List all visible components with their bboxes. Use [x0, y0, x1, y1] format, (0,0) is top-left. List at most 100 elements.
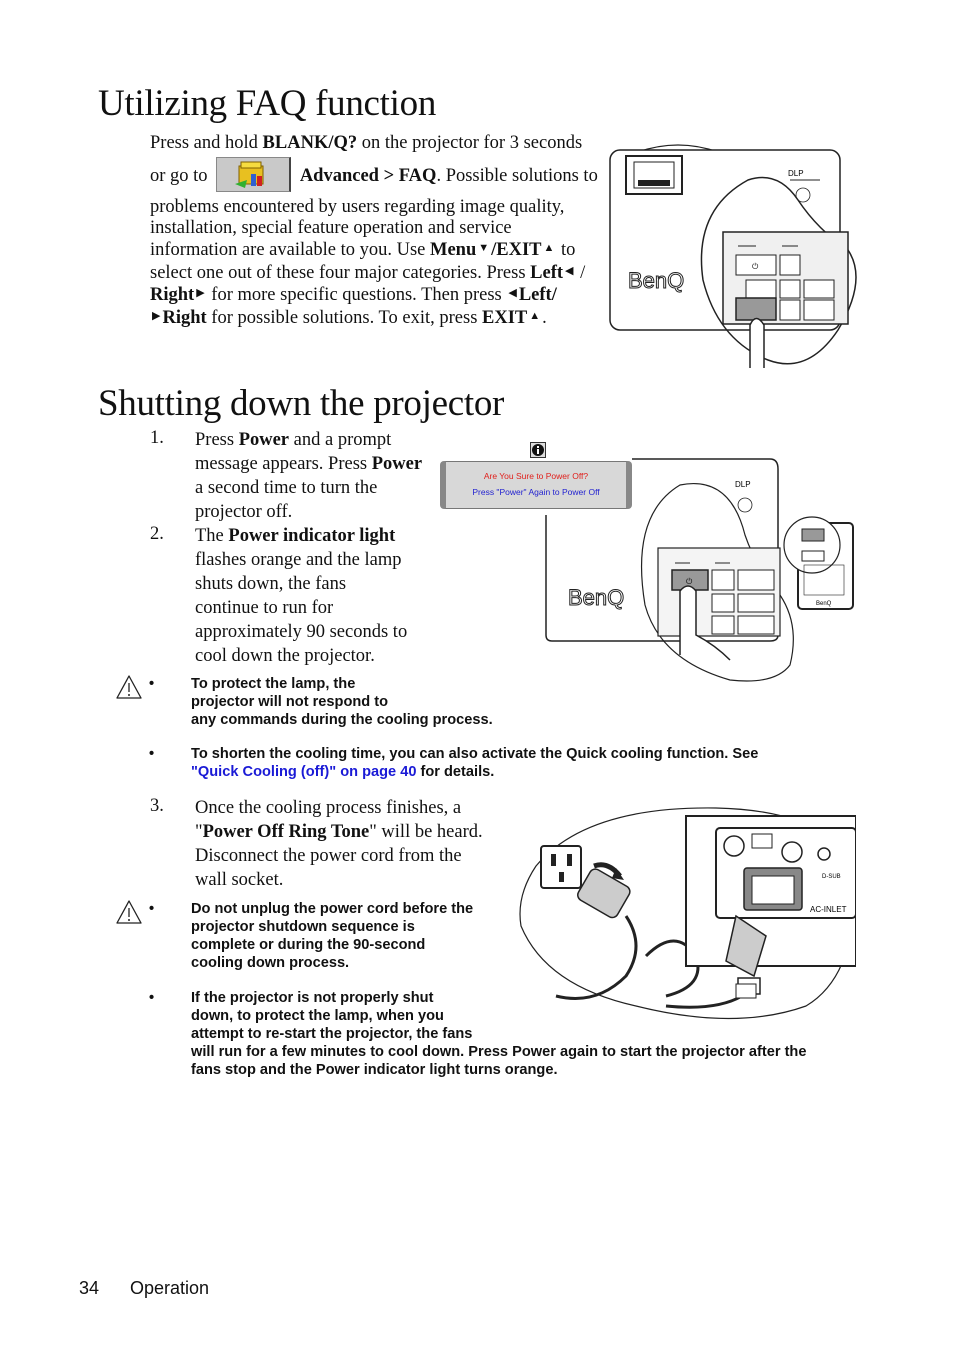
- text: installation, special feature operation …: [150, 217, 512, 238]
- text: continue to run for: [195, 598, 334, 618]
- text: attempt to re-start the projector, the f…: [191, 1026, 473, 1042]
- text: for details.: [416, 764, 495, 780]
- text: projector will not respond to: [191, 694, 389, 710]
- note-lamp-protection: To protect the lamp, the projector will …: [191, 675, 851, 729]
- note-bullet: •: [149, 901, 155, 917]
- remote-power-button: [801, 528, 825, 542]
- text: . Possible solutions to: [436, 166, 598, 186]
- step-2-text: The Power indicator light flashes orange…: [195, 524, 435, 668]
- ac-inlet-label: AC-INLET: [810, 905, 847, 914]
- left-arrow-icon: ◀: [508, 287, 517, 299]
- power-icon: ⏻: [686, 577, 693, 586]
- step-1-number: 1.: [150, 428, 164, 448]
- text: shuts down, the fans: [195, 574, 347, 594]
- dlp-logo: DLP: [788, 169, 804, 178]
- text: " will be heard.: [369, 822, 483, 842]
- up-arrow-icon: ▲: [543, 242, 555, 254]
- key-right: Right: [150, 285, 195, 305]
- advanced-menu-icon: [216, 157, 292, 193]
- projector-power-button-illustration: DLP BenQ ⏻ BenQ: [545, 458, 854, 682]
- text: cool down the projector.: [195, 646, 375, 666]
- up-arrow-icon: ▲: [529, 309, 541, 322]
- text: message appears. Press: [195, 454, 372, 474]
- shutdown-section-title: Shutting down the projector: [98, 383, 505, 424]
- key-exit: EXIT: [482, 307, 528, 328]
- text: projector off.: [195, 502, 293, 522]
- quick-cooling-link[interactable]: "Quick Cooling (off)" on page 40: [191, 764, 416, 780]
- text: to: [556, 240, 576, 260]
- text: any commands during the cooling process.: [191, 712, 493, 728]
- note-bullet: •: [149, 990, 155, 1006]
- text: fans stop and the Power indicator light …: [191, 1062, 558, 1078]
- key-menu: Menu: [429, 240, 477, 260]
- text: complete or during the 90-second: [191, 937, 426, 953]
- faq-section-title: Utilizing FAQ function: [98, 83, 437, 124]
- text: Press: [195, 430, 239, 450]
- text: on the projector for 3 seconds: [357, 133, 583, 153]
- dlp-logo: DLP: [735, 480, 751, 489]
- right-arrow-icon: ▶: [196, 287, 205, 299]
- text: for possible solutions. To exit, press: [206, 307, 483, 328]
- text: approximately 90 seconds to: [195, 622, 408, 642]
- note-improper-shutdown: If the projector is not properly shut do…: [191, 989, 871, 1079]
- text: To shorten the cooling time, you can als…: [191, 746, 759, 762]
- key-left: Left: [530, 262, 564, 283]
- down-arrow-icon: ▼: [478, 242, 490, 254]
- step-1-text: Press Power and a prompt message appears…: [195, 428, 435, 524]
- text: will run for a few minutes to cool down.…: [191, 1044, 807, 1060]
- warning-icon: [116, 900, 142, 924]
- step-3-number: 3.: [150, 796, 164, 816]
- text: The: [195, 526, 229, 546]
- note-bullet: •: [149, 746, 155, 762]
- text: projector shutdown sequence is: [191, 919, 415, 935]
- text: problems encountered by users regarding …: [150, 197, 565, 217]
- key-advanced-faq: Advanced > FAQ: [299, 166, 437, 186]
- text: and a prompt: [289, 430, 392, 450]
- benq-logo: BenQ: [628, 268, 684, 293]
- text: Do not unplug the power cord before the: [191, 901, 474, 917]
- footer-section-name: Operation: [130, 1278, 210, 1298]
- finger-illustration: [749, 317, 765, 368]
- remote-benq-logo: BenQ: [816, 601, 832, 607]
- key-right: Right: [162, 307, 207, 328]
- key-left: Left/: [518, 285, 557, 305]
- warning-icon: [116, 675, 142, 699]
- text: Disconnect the power cord from the: [195, 846, 462, 866]
- text: .: [542, 307, 547, 328]
- text: Once the cooling process finishes, a: [195, 798, 462, 818]
- note-quick-cooling: To shorten the cooling time, you can als…: [191, 745, 871, 781]
- step-3-text: Once the cooling process finishes, a "Po…: [195, 796, 515, 892]
- text: To protect the lamp, the: [191, 676, 356, 692]
- key-power: Power: [238, 430, 290, 450]
- text: wall socket.: [195, 870, 284, 890]
- text: cooling down process.: [191, 955, 350, 971]
- note-bullet: •: [149, 676, 155, 692]
- step-2-number: 2.: [150, 524, 164, 544]
- benq-logo: BenQ: [568, 585, 624, 610]
- text: a second time to turn the: [195, 478, 378, 498]
- key-power-indicator: Power indicator light: [228, 526, 396, 546]
- key-blank: BLANK/Q?: [262, 133, 358, 153]
- power-icon: ⏻: [752, 262, 759, 271]
- left-arrow-icon: ◀: [565, 264, 574, 277]
- text: or go to: [150, 166, 208, 186]
- key-exit: /EXIT: [491, 240, 542, 260]
- text: information are available to you. Use: [150, 240, 430, 260]
- faq-paragraph: Press and hold BLANK/Q? on the projector…: [150, 133, 610, 328]
- projector-blank-button-illustration: DLP BenQ ⏻: [609, 144, 857, 368]
- d-sub-label: D-SUB: [822, 874, 841, 880]
- right-arrow-icon: ▶: [152, 309, 161, 322]
- key-power: Power: [371, 454, 423, 474]
- text: Press and hold: [150, 133, 263, 153]
- text: If the projector is not properly shut: [191, 990, 434, 1006]
- blank-button: [735, 297, 777, 321]
- text: down, to protect the lamp, when you: [191, 1008, 444, 1024]
- page-number: 34: [79, 1278, 100, 1298]
- key-power-off-ring-tone: Power Off Ring Tone: [202, 822, 370, 842]
- text: for more specific questions. Then press: [206, 285, 507, 305]
- text: flashes orange and the lamp: [195, 550, 402, 570]
- text: ": [195, 822, 203, 842]
- text: /: [575, 262, 586, 283]
- note-unplug-warning: Do not unplug the power cord before the …: [191, 900, 511, 972]
- text: select one out of these four major categ…: [150, 262, 531, 283]
